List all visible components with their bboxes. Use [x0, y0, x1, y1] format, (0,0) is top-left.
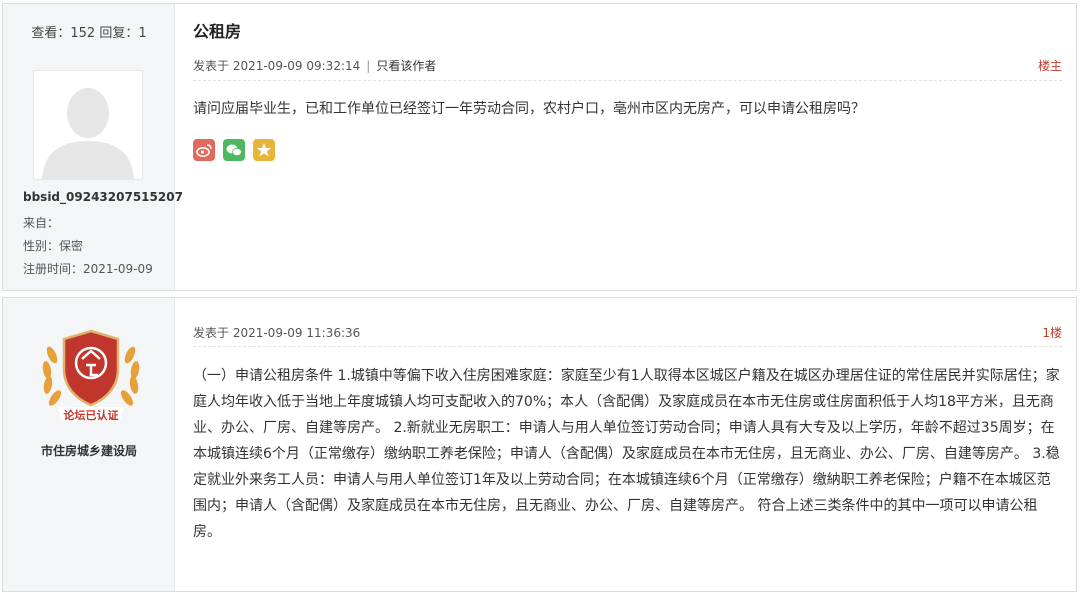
author-from: 来自：	[23, 216, 60, 230]
post-content: 请问应届毕业生，已和工作单位已经签订一年劳动合同，农村户口，亳州市区内无房产，可…	[193, 101, 865, 117]
share-bar	[193, 139, 275, 161]
author-only-link[interactable]: 只看该作者	[376, 59, 436, 73]
meta-separator: |	[366, 59, 371, 73]
divider	[193, 80, 1062, 81]
post-body: 发表于 2021-09-09 11:36:36 1楼 （一）申请公租房条件 1.…	[175, 298, 1076, 591]
author-sidebar: 查看：152 回复：1 bbsid_09243207515207 来自： 性别：…	[3, 4, 183, 290]
floor-label[interactable]: 1楼	[1042, 324, 1062, 341]
post-content: （一）申请公租房条件 1.城镇中等偏下收入住房困难家庭：家庭至少有1人取得本区城…	[193, 368, 1060, 540]
view-reply-stats: 查看：152 回复：1	[31, 26, 147, 41]
author-gender: 性别：保密	[23, 239, 84, 253]
username[interactable]: bbsid_09243207515207	[23, 190, 183, 204]
post-original: 查看：152 回复：1 bbsid_09243207515207 来自： 性别：…	[2, 3, 1077, 291]
author-sidebar: 论坛已认证 市住房城乡建设局	[3, 298, 175, 591]
post-body: 公租房 发表于 2021-09-09 09:32:14 | 只看该作者 楼主 请问应…	[175, 4, 1076, 290]
post-time: 发表于 2021-09-09 11:36:36	[193, 326, 361, 340]
avatar[interactable]	[33, 70, 143, 180]
username[interactable]: 市住房城乡建设局	[3, 442, 175, 459]
verified-label: 论坛已认证	[63, 409, 119, 422]
post-meta: 发表于 2021-09-09 09:32:14 | 只看该作者	[193, 57, 436, 74]
post-reply: 论坛已认证 市住房城乡建设局 发表于 2021-09-09 11:36:36 1…	[2, 297, 1077, 592]
favorite-star-icon[interactable]	[253, 139, 275, 161]
wechat-icon[interactable]	[223, 139, 245, 161]
divider	[193, 346, 1062, 347]
verified-badge: 论坛已认证	[36, 325, 146, 429]
floor-label[interactable]: 楼主	[1038, 57, 1062, 74]
default-avatar-icon	[34, 71, 142, 179]
weibo-icon[interactable]	[193, 139, 215, 161]
thread-title: 公租房	[193, 22, 242, 41]
author-registered: 注册时间：2021-09-09	[23, 262, 153, 276]
post-time: 发表于 2021-09-09 09:32:14	[193, 59, 361, 73]
